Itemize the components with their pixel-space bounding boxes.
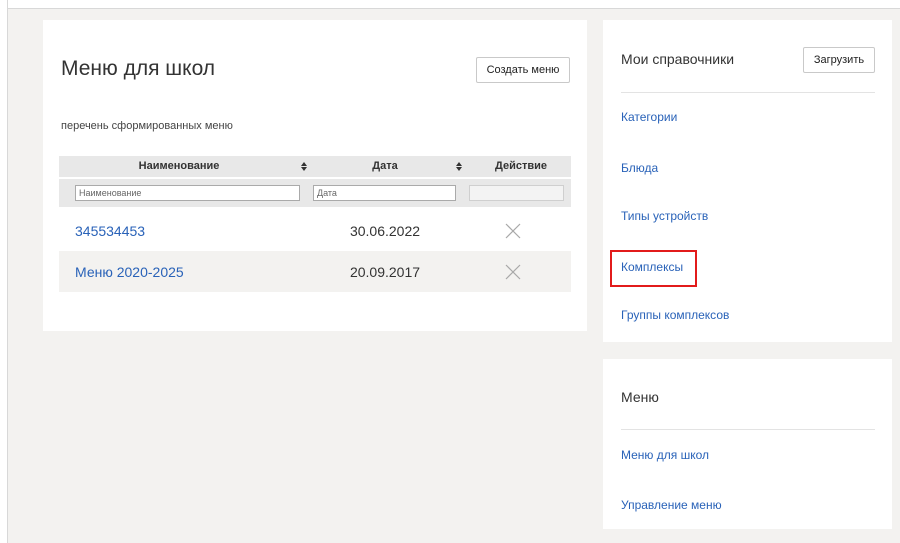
window-top-border [8, 8, 900, 9]
menu-name-link[interactable]: Меню 2020-2025 [75, 264, 184, 280]
sidebar-item-device-types[interactable]: Типы устройств [621, 209, 708, 223]
divider [621, 429, 875, 430]
column-header-date[interactable]: Дата [313, 156, 457, 177]
window-left-edge [0, 0, 8, 543]
sidebar-item-categories[interactable]: Категории [621, 110, 677, 124]
sort-icon[interactable] [456, 162, 463, 171]
page-title: Меню для школ [61, 57, 216, 80]
menu-date: 30.06.2022 [349, 223, 421, 239]
divider [621, 92, 875, 93]
column-header-name[interactable]: Наименование [59, 156, 299, 177]
directories-card: Мои справочники Загрузить Категории Блюд… [603, 20, 892, 342]
menu-name-link[interactable]: 345534453 [75, 223, 145, 239]
action-filter-input[interactable] [469, 185, 564, 201]
column-header-action: Действие [495, 160, 547, 172]
sort-icon[interactable] [301, 162, 308, 171]
sidebar-item-dishes[interactable]: Блюда [621, 161, 658, 175]
window-top-edge [0, 0, 900, 8]
menu-list-card: Меню для школ Создать меню перечень сфор… [43, 20, 587, 331]
table-header: Наименование Дата Действие [59, 156, 571, 177]
load-button[interactable]: Загрузить [803, 47, 875, 73]
table-filter-row [59, 179, 571, 207]
menu-date: 20.09.2017 [349, 264, 421, 280]
table-row: Меню 2020-2025 20.09.2017 [59, 251, 571, 292]
close-icon[interactable] [504, 263, 522, 281]
sidebar-item-school-menu[interactable]: Меню для школ [621, 448, 709, 462]
sidebar-item-complex-groups[interactable]: Группы комплексов [621, 308, 729, 322]
table-row: 345534453 30.06.2022 [59, 210, 571, 251]
highlight-frame [610, 250, 697, 287]
create-menu-button[interactable]: Создать меню [476, 57, 570, 83]
menu-section-title: Меню [621, 389, 659, 405]
menu-card: Меню Меню для школ Управление меню [603, 359, 892, 529]
page-subtitle: перечень сформированных меню [61, 120, 233, 132]
name-filter-input[interactable] [75, 185, 300, 201]
sidebar-item-menu-management[interactable]: Управление меню [621, 498, 722, 512]
date-filter-input[interactable] [313, 185, 456, 201]
directories-title: Мои справочники [621, 51, 735, 67]
close-icon[interactable] [504, 222, 522, 240]
